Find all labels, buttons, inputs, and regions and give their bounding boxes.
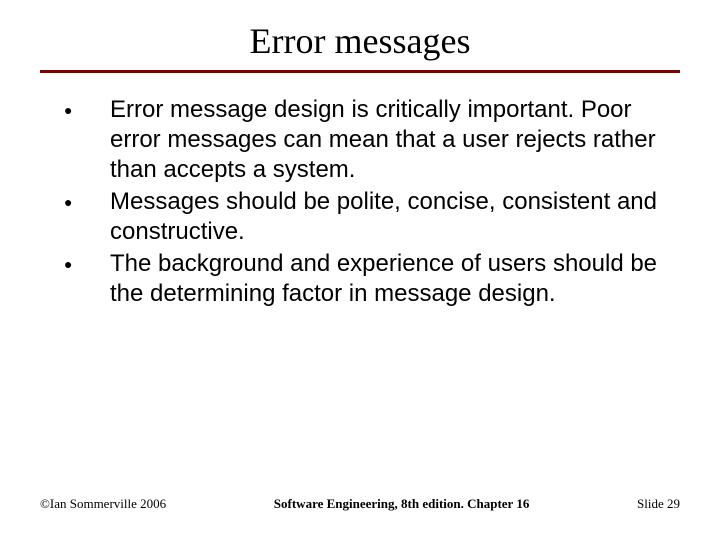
- bullet-text: The background and experience of users s…: [110, 249, 670, 309]
- bullet-text: Messages should be polite, concise, cons…: [110, 187, 670, 247]
- bullet-icon: ●: [60, 249, 110, 279]
- footer-left: ©Ian Sommerville 2006: [40, 496, 166, 512]
- list-item: ● Messages should be polite, concise, co…: [60, 187, 670, 247]
- slide: Error messages ● Error message design is…: [0, 0, 720, 540]
- bullet-icon: ●: [60, 95, 110, 125]
- bullet-text: Error message design is critically impor…: [110, 95, 670, 185]
- bullet-icon: ●: [60, 187, 110, 217]
- slide-footer: ©Ian Sommerville 2006 Software Engineeri…: [0, 496, 720, 512]
- footer-right: Slide 29: [637, 496, 680, 512]
- list-item: ● Error message design is critically imp…: [60, 95, 670, 185]
- slide-title: Error messages: [40, 20, 680, 62]
- footer-center: Software Engineering, 8th edition. Chapt…: [274, 496, 530, 512]
- slide-body: ● Error message design is critically imp…: [40, 91, 680, 309]
- title-rule: [40, 70, 680, 73]
- list-item: ● The background and experience of users…: [60, 249, 670, 309]
- bullet-list: ● Error message design is critically imp…: [60, 95, 670, 309]
